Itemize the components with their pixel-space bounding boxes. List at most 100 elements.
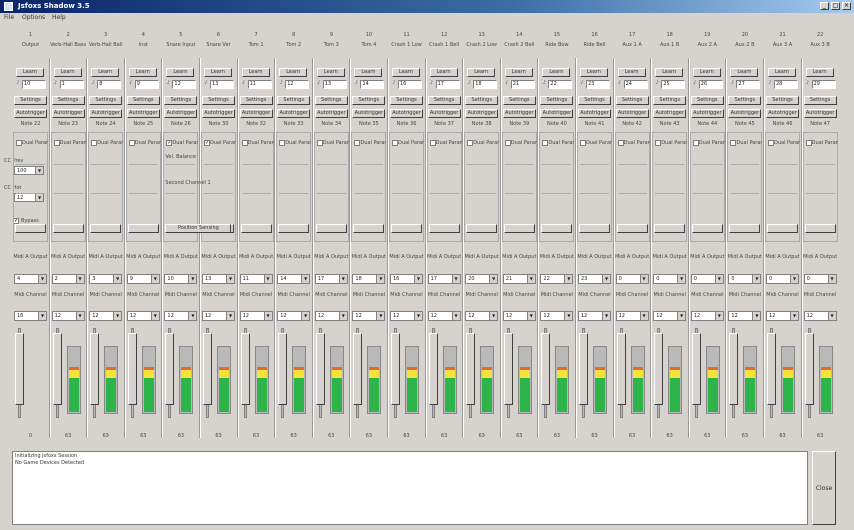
channel-slider-track[interactable] bbox=[617, 193, 647, 194]
midi-output-select[interactable]: 13 ▼ bbox=[202, 274, 235, 284]
fader-handle[interactable] bbox=[353, 333, 363, 405]
note-number-field[interactable]: 12 bbox=[285, 80, 310, 89]
settings-button[interactable]: Settings bbox=[202, 96, 235, 105]
settings-button[interactable]: Settings bbox=[615, 96, 649, 105]
midi-output-select[interactable]: 9 ▼ bbox=[126, 274, 160, 284]
vel-slider-track[interactable] bbox=[392, 164, 421, 165]
vel-slider-track[interactable] bbox=[692, 164, 722, 165]
note-number-field[interactable]: 17 bbox=[435, 80, 460, 89]
fader-handle[interactable] bbox=[90, 333, 100, 405]
midi-channel-select[interactable]: 12 ▼ bbox=[502, 311, 536, 321]
learn-button[interactable]: Learn bbox=[316, 68, 345, 77]
midi-channel-select[interactable]: 12 ▼ bbox=[314, 311, 348, 321]
learn-button[interactable]: Learn bbox=[617, 68, 646, 77]
fader-handle[interactable] bbox=[428, 333, 438, 405]
vel-slider-track[interactable] bbox=[768, 164, 797, 165]
menu-options[interactable]: Options bbox=[22, 14, 45, 21]
autotrigger-button[interactable]: Autotrigger bbox=[89, 109, 123, 118]
note-number-field[interactable]: 29 bbox=[811, 80, 836, 89]
note-number-field[interactable]: 10 bbox=[22, 80, 46, 89]
settings-button[interactable]: Settings bbox=[578, 96, 611, 105]
learn-button[interactable]: Learn bbox=[128, 68, 157, 77]
midi-output-select[interactable]: 17 ▼ bbox=[314, 274, 348, 284]
midi-output-select[interactable]: 18 ▼ bbox=[352, 274, 386, 284]
settings-button[interactable]: Settings bbox=[427, 96, 461, 105]
learn-button[interactable]: Learn bbox=[542, 68, 571, 77]
autotrigger-button[interactable]: Autotrigger bbox=[690, 109, 724, 118]
vel-slider-track[interactable] bbox=[316, 164, 346, 165]
vel-slider-track[interactable] bbox=[805, 164, 835, 165]
autotrigger-button[interactable]: Autotrigger bbox=[465, 109, 499, 118]
vel-slider-track[interactable] bbox=[580, 164, 609, 165]
autotrigger-button[interactable]: Autotrigger bbox=[502, 109, 536, 118]
channel-slider-track[interactable] bbox=[241, 193, 271, 194]
menu-file[interactable]: File bbox=[4, 14, 14, 21]
fader-handle[interactable] bbox=[52, 333, 62, 405]
vel-slider-track[interactable] bbox=[429, 164, 459, 165]
autotrigger-button[interactable]: Autotrigger bbox=[615, 109, 649, 118]
position-sensing-button[interactable] bbox=[804, 224, 836, 233]
channel-slider-track[interactable] bbox=[655, 193, 685, 194]
settings-button[interactable]: Settings bbox=[14, 96, 47, 105]
autotrigger-button[interactable]: Autotrigger bbox=[427, 109, 461, 118]
autotrigger-button[interactable]: Autotrigger bbox=[540, 109, 574, 118]
settings-button[interactable]: Settings bbox=[502, 96, 536, 105]
note-number-field[interactable]: 9 bbox=[134, 80, 159, 89]
midi-channel-select[interactable]: 12 ▼ bbox=[126, 311, 160, 321]
vel-slider-track[interactable] bbox=[467, 164, 497, 165]
minimize-button[interactable]: _ bbox=[820, 2, 829, 10]
midi-output-select[interactable]: 2 ▼ bbox=[51, 274, 85, 284]
position-sensing-button[interactable] bbox=[428, 224, 460, 233]
position-sensing-button[interactable] bbox=[353, 224, 385, 233]
vel-slider-track[interactable] bbox=[53, 164, 83, 165]
fader-handle[interactable] bbox=[541, 333, 551, 405]
channel-slider-track[interactable] bbox=[166, 193, 196, 194]
fader-handle[interactable] bbox=[767, 333, 776, 405]
settings-button[interactable]: Settings bbox=[89, 96, 123, 105]
settings-button[interactable]: Settings bbox=[690, 96, 724, 105]
learn-button[interactable]: Learn bbox=[241, 68, 270, 77]
vel-slider-track[interactable] bbox=[542, 164, 572, 165]
midi-channel-select[interactable]: 12 ▼ bbox=[540, 311, 574, 321]
position-sensing-button[interactable] bbox=[15, 224, 46, 233]
settings-button[interactable]: Settings bbox=[164, 96, 198, 105]
midi-output-select[interactable]: 0 ▼ bbox=[653, 274, 687, 284]
vel-slider-track[interactable] bbox=[204, 164, 233, 165]
settings-button[interactable]: Settings bbox=[540, 96, 574, 105]
note-number-field[interactable]: 11 bbox=[247, 80, 272, 89]
learn-button[interactable]: Learn bbox=[692, 68, 721, 77]
learn-button[interactable]: Learn bbox=[504, 68, 533, 77]
midi-channel-select[interactable]: 12 ▼ bbox=[803, 311, 837, 321]
autotrigger-button[interactable]: Autotrigger bbox=[653, 109, 687, 118]
fader-handle[interactable] bbox=[729, 333, 739, 405]
midi-output-select[interactable]: 3 ▼ bbox=[89, 274, 123, 284]
fader-handle[interactable] bbox=[165, 333, 175, 405]
vel-slider-track[interactable] bbox=[504, 164, 534, 165]
fader-handle[interactable] bbox=[466, 333, 476, 405]
position-sensing-button[interactable] bbox=[691, 224, 723, 233]
learn-button[interactable]: Learn bbox=[354, 68, 383, 77]
note-number-field[interactable]: 21 bbox=[510, 80, 535, 89]
note-number-field[interactable]: 13 bbox=[210, 80, 234, 89]
autotrigger-button[interactable]: Autotrigger bbox=[390, 109, 423, 118]
learn-button[interactable]: Learn bbox=[53, 68, 82, 77]
midi-channel-select[interactable]: 12 ▼ bbox=[202, 311, 235, 321]
midi-output-select[interactable]: 20 ▼ bbox=[465, 274, 499, 284]
vel-slider-track[interactable] bbox=[166, 164, 196, 165]
midi-channel-select[interactable]: 16 ▼ bbox=[14, 311, 47, 321]
note-number-field[interactable]: 14 bbox=[360, 80, 385, 89]
channel-slider-track[interactable] bbox=[128, 193, 158, 194]
fader-handle[interactable] bbox=[278, 333, 288, 405]
midi-output-select[interactable]: 22 ▼ bbox=[540, 274, 574, 284]
autotrigger-button[interactable]: Autotrigger bbox=[277, 109, 311, 118]
settings-button[interactable]: Settings bbox=[277, 96, 311, 105]
note-number-field[interactable]: 27 bbox=[736, 80, 761, 89]
learn-button[interactable]: Learn bbox=[655, 68, 684, 77]
note-number-field[interactable]: 13 bbox=[322, 80, 347, 89]
autotrigger-button[interactable]: Autotrigger bbox=[126, 109, 160, 118]
note-number-field[interactable]: 8 bbox=[97, 80, 122, 89]
autotrigger-button[interactable]: Autotrigger bbox=[239, 109, 273, 118]
learn-button[interactable]: Learn bbox=[166, 68, 195, 77]
position-sensing-button[interactable] bbox=[391, 224, 422, 233]
note-number-field[interactable]: 23 bbox=[586, 80, 610, 89]
